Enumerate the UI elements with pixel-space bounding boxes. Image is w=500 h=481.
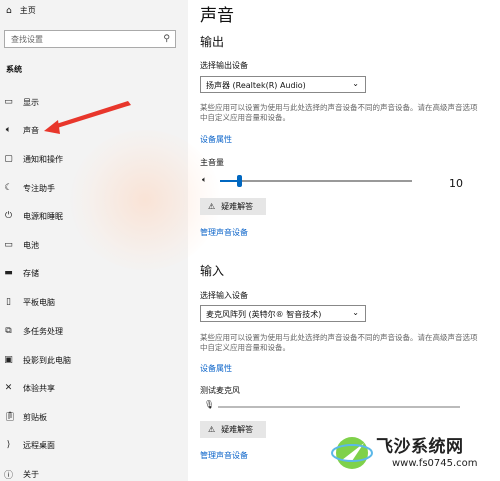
- output-device-dropdown[interactable]: 扬声器 (Realtek(R) Audio) ⌄: [200, 76, 366, 93]
- watermark-name: 飞沙系统网: [376, 437, 464, 457]
- chevron-down-icon: ⌄: [352, 308, 359, 317]
- output-manage-devices-link[interactable]: 管理声音设备: [200, 227, 248, 238]
- output-select-label: 选择输出设备: [200, 61, 248, 70]
- volume-label: 主音量: [200, 158, 224, 167]
- mic-level-bar: [218, 406, 460, 408]
- arrow-shaft: [53, 101, 131, 129]
- chevron-down-icon: ⌄: [352, 79, 359, 88]
- page-title: 声音: [200, 6, 234, 26]
- input-device-dropdown[interactable]: 麦克风阵列 (英特尔® 智音技术) ⌄: [200, 305, 366, 322]
- output-description: 某些应用可以设置为使用与此处选择的声音设备不同的声音设备。请在高级声音选项中自定…: [200, 103, 478, 122]
- red-arrow-annotation: [44, 101, 131, 134]
- volume-slider-thumb[interactable]: [237, 175, 242, 187]
- output-device-value: 扬声器 (Realtek(R) Audio): [206, 81, 306, 90]
- volume-value: 10: [449, 177, 463, 190]
- input-device-properties-link[interactable]: 设备属性: [200, 363, 232, 374]
- mic-test-label: 测试麦克风: [200, 386, 240, 395]
- input-manage-devices-link[interactable]: 管理声音设备: [200, 450, 248, 461]
- volume-slider-track[interactable]: [220, 180, 412, 182]
- main-content: 声音 输出 选择输出设备 扬声器 (Realtek(R) Audio) ⌄ 某些…: [188, 0, 500, 481]
- input-troubleshoot-button[interactable]: ⚠ 疑难解答: [200, 421, 266, 438]
- input-device-value: 麦克风阵列 (英特尔® 智音技术): [206, 310, 322, 319]
- microphone-icon: 🎙︎: [204, 400, 215, 409]
- input-description: 某些应用可以设置为使用与此处选择的声音设备不同的声音设备。请在高级声音选项中自定…: [200, 333, 478, 352]
- troubleshoot-label: 疑难解答: [221, 425, 254, 434]
- output-heading: 输出: [200, 35, 225, 49]
- warning-icon: ⚠: [208, 202, 216, 211]
- watermark-url: www.fs0745.com: [392, 458, 478, 469]
- output-troubleshoot-button[interactable]: ⚠ 疑难解答: [200, 198, 266, 215]
- warning-icon: ⚠: [208, 425, 216, 434]
- output-device-properties-link[interactable]: 设备属性: [200, 134, 232, 145]
- input-heading: 输入: [200, 264, 225, 278]
- input-select-label: 选择输入设备: [200, 291, 248, 300]
- speaker-icon: 🔈︎: [202, 175, 207, 184]
- troubleshoot-label: 疑难解答: [221, 202, 254, 211]
- arrow-head: [44, 120, 60, 134]
